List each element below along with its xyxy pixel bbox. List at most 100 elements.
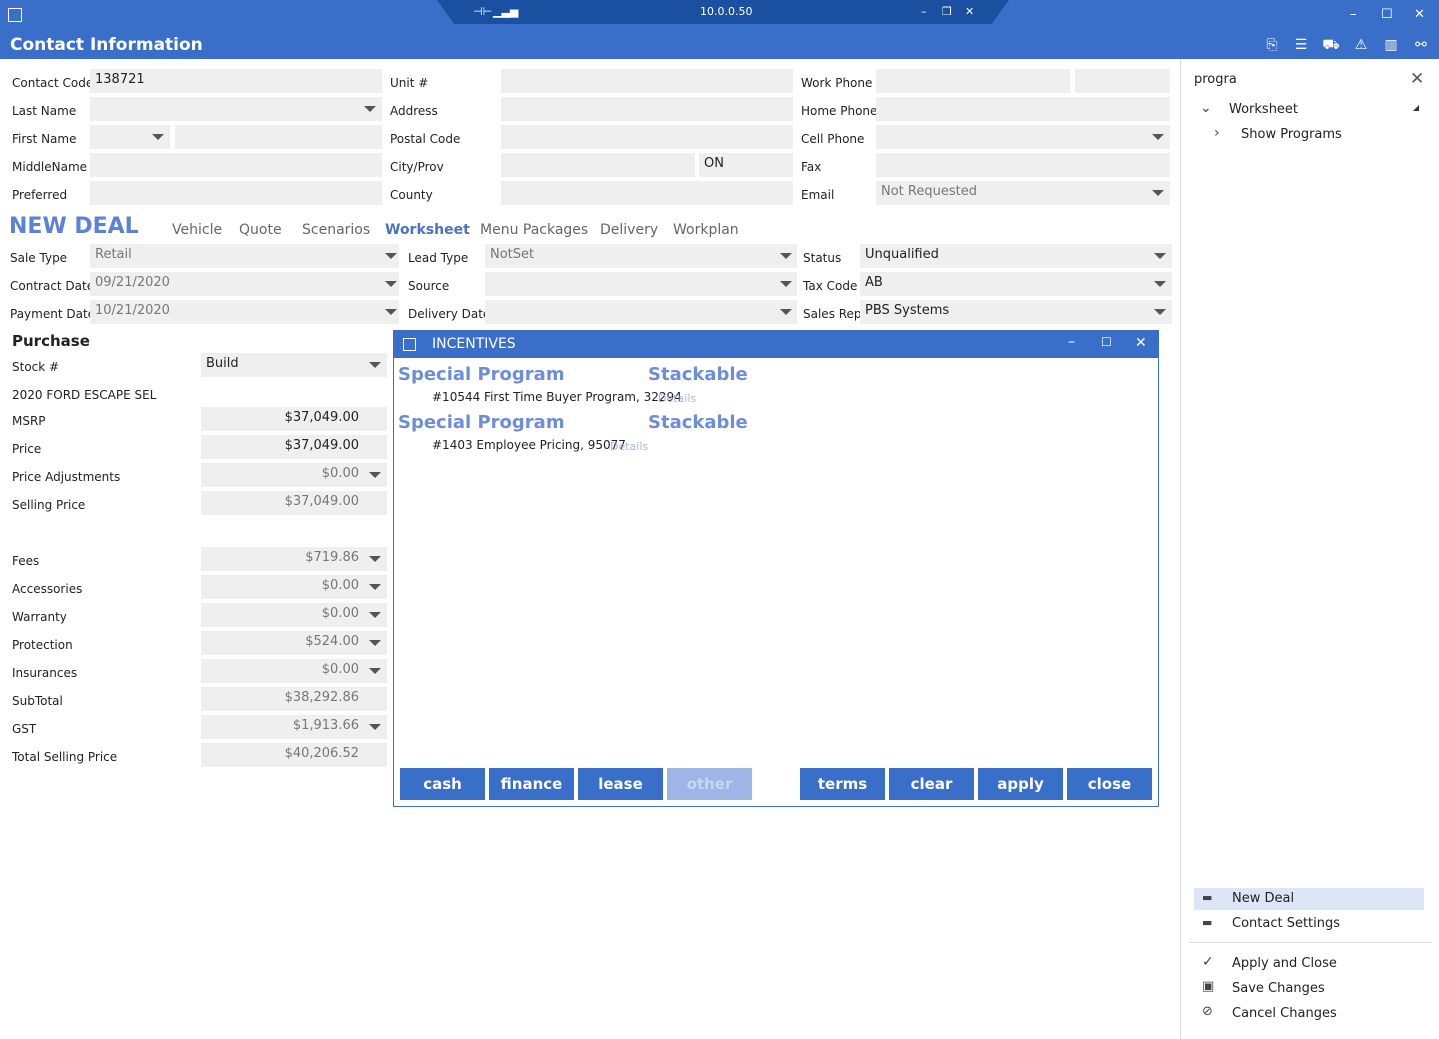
chevron-down-icon[interactable] bbox=[385, 281, 397, 287]
county-field[interactable] bbox=[501, 181, 793, 205]
lead-type-select[interactable]: NotSet bbox=[485, 244, 797, 268]
chevron-down-icon[interactable] bbox=[369, 612, 381, 618]
chevron-down-icon[interactable] bbox=[385, 253, 397, 259]
preferred-field[interactable] bbox=[90, 181, 382, 205]
remote-close-icon[interactable]: ✕ bbox=[965, 5, 974, 18]
tree-item-show-programs[interactable]: Show Programs bbox=[1241, 127, 1342, 142]
maximize-button[interactable]: ☐ bbox=[1381, 7, 1393, 23]
chevron-down-icon[interactable] bbox=[364, 106, 376, 112]
chevron-down-icon[interactable] bbox=[369, 556, 381, 562]
chevron-down-icon[interactable] bbox=[369, 724, 381, 730]
close-window-button[interactable]: ✕ bbox=[1414, 7, 1425, 23]
menu-item-new-deal[interactable]: ▬ New Deal bbox=[1194, 888, 1424, 910]
chevron-down-icon[interactable] bbox=[1152, 134, 1164, 140]
chevron-down-icon[interactable] bbox=[1152, 190, 1164, 196]
chevron-down-icon[interactable] bbox=[385, 309, 397, 315]
action-apply-and-close[interactable]: ✓ Apply and Close bbox=[1194, 953, 1424, 975]
chevron-down-icon[interactable] bbox=[369, 362, 381, 368]
address-field[interactable] bbox=[501, 97, 793, 121]
action-save-changes[interactable]: ▣ Save Changes bbox=[1194, 978, 1424, 1000]
unit-field[interactable] bbox=[501, 69, 793, 93]
tab-delivery[interactable]: Delivery bbox=[600, 222, 658, 238]
lease-button[interactable]: lease bbox=[578, 768, 663, 800]
finance-button[interactable]: finance bbox=[489, 768, 574, 800]
clear-search-icon[interactable]: ✕ bbox=[1410, 69, 1424, 89]
collapse-triangle-icon[interactable] bbox=[1413, 105, 1419, 111]
work-phone-field[interactable] bbox=[876, 69, 1070, 93]
first-name-field[interactable] bbox=[175, 125, 382, 149]
document-icon[interactable]: ⎘ bbox=[1263, 36, 1281, 54]
salutation-select[interactable] bbox=[90, 125, 170, 149]
dialog-minimize-icon[interactable]: – bbox=[1068, 334, 1075, 350]
search-input[interactable]: progra bbox=[1194, 72, 1237, 87]
pin-icon[interactable]: ⊣⊢ bbox=[473, 5, 492, 18]
tab-menu-packages[interactable]: Menu Packages bbox=[480, 222, 588, 238]
price-adjustments-value[interactable]: $0.00 bbox=[201, 463, 387, 487]
program-details-link[interactable]: Details bbox=[658, 392, 696, 405]
apply-button[interactable]: apply bbox=[978, 768, 1063, 800]
clear-button[interactable]: clear bbox=[889, 768, 974, 800]
contact-code-field[interactable]: 138721 bbox=[90, 69, 382, 93]
email-field[interactable]: Not Requested bbox=[876, 181, 1170, 205]
chevron-down-icon[interactable] bbox=[780, 281, 792, 287]
source-select[interactable] bbox=[485, 272, 797, 296]
dialog-close-icon[interactable]: ✕ bbox=[1135, 335, 1147, 351]
chart-icon[interactable]: ▥ bbox=[1382, 36, 1400, 54]
program-details-link[interactable]: Details bbox=[610, 440, 648, 453]
payment-date-field[interactable]: 10/21/2020 bbox=[90, 300, 399, 324]
tab-worksheet[interactable]: Worksheet bbox=[385, 222, 470, 238]
chevron-down-icon[interactable] bbox=[1154, 281, 1166, 287]
chevron-down-icon[interactable] bbox=[1154, 253, 1166, 259]
fax-field[interactable] bbox=[876, 153, 1170, 177]
chevron-down-icon[interactable] bbox=[369, 584, 381, 590]
last-name-field[interactable] bbox=[90, 97, 382, 121]
minimize-button[interactable]: – bbox=[1350, 7, 1357, 23]
status-select[interactable]: Unqualified bbox=[860, 244, 1172, 268]
chevron-right-icon[interactable]: › bbox=[1214, 125, 1220, 141]
tax-code-select[interactable]: AB bbox=[860, 272, 1172, 296]
chevron-down-icon[interactable] bbox=[780, 253, 792, 259]
close-button[interactable]: close bbox=[1067, 768, 1152, 800]
chevron-down-icon[interactable] bbox=[1154, 309, 1166, 315]
fees-value[interactable]: $719.86 bbox=[201, 547, 387, 571]
postal-code-field[interactable] bbox=[501, 125, 793, 149]
tree-root-worksheet[interactable]: Worksheet bbox=[1229, 102, 1298, 117]
chevron-down-icon[interactable] bbox=[152, 134, 164, 140]
chevron-down-icon[interactable] bbox=[369, 640, 381, 646]
cash-button[interactable]: cash bbox=[400, 768, 485, 800]
delivery-date-field[interactable] bbox=[485, 300, 797, 324]
terms-button[interactable]: terms bbox=[800, 768, 885, 800]
tab-workplan[interactable]: Workplan bbox=[673, 222, 739, 238]
chevron-down-icon[interactable] bbox=[369, 668, 381, 674]
remote-minimize-icon[interactable]: – bbox=[921, 5, 927, 18]
menu-item-contact-settings[interactable]: ▬ Contact Settings bbox=[1194, 913, 1424, 935]
province-field[interactable]: ON bbox=[699, 153, 793, 177]
home-phone-field[interactable] bbox=[876, 97, 1170, 121]
price-value[interactable]: $37,049.00 bbox=[201, 435, 387, 459]
chevron-down-icon[interactable]: ⌄ bbox=[1200, 100, 1212, 116]
stock-select[interactable]: Build bbox=[201, 353, 387, 377]
remote-session-bar[interactable]: ⊣⊢ ▁▃▅ 10.0.0.50 – ❐ ✕ bbox=[437, 0, 1009, 24]
chevron-down-icon[interactable] bbox=[369, 472, 381, 478]
protection-value[interactable]: $524.00 bbox=[201, 631, 387, 655]
cell-phone-field[interactable] bbox=[876, 125, 1170, 149]
city-field[interactable] bbox=[501, 153, 695, 177]
dialog-maximize-icon[interactable]: ☐ bbox=[1101, 335, 1112, 349]
accessories-value[interactable]: $0.00 bbox=[201, 575, 387, 599]
gst-value[interactable]: $1,913.66 bbox=[201, 715, 387, 739]
sale-type-select[interactable]: Retail bbox=[90, 244, 399, 268]
work-phone-ext-field[interactable] bbox=[1075, 69, 1170, 93]
middle-name-field[interactable] bbox=[90, 153, 382, 177]
contract-date-field[interactable]: 09/21/2020 bbox=[90, 272, 399, 296]
insurances-value[interactable]: $0.00 bbox=[201, 659, 387, 683]
car-icon[interactable]: ⛟ bbox=[1322, 36, 1340, 54]
share-icon[interactable]: ⚯ bbox=[1412, 36, 1430, 54]
tab-vehicle[interactable]: Vehicle bbox=[172, 222, 222, 238]
list-icon[interactable]: ☰ bbox=[1292, 36, 1310, 54]
remote-restore-icon[interactable]: ❐ bbox=[942, 5, 952, 18]
tab-quote[interactable]: Quote bbox=[239, 222, 282, 238]
warranty-value[interactable]: $0.00 bbox=[201, 603, 387, 627]
action-cancel-changes[interactable]: ⊘ Cancel Changes bbox=[1194, 1003, 1424, 1025]
sales-rep-select[interactable]: PBS Systems bbox=[860, 300, 1172, 324]
warning-icon[interactable]: ⚠ bbox=[1352, 36, 1370, 54]
